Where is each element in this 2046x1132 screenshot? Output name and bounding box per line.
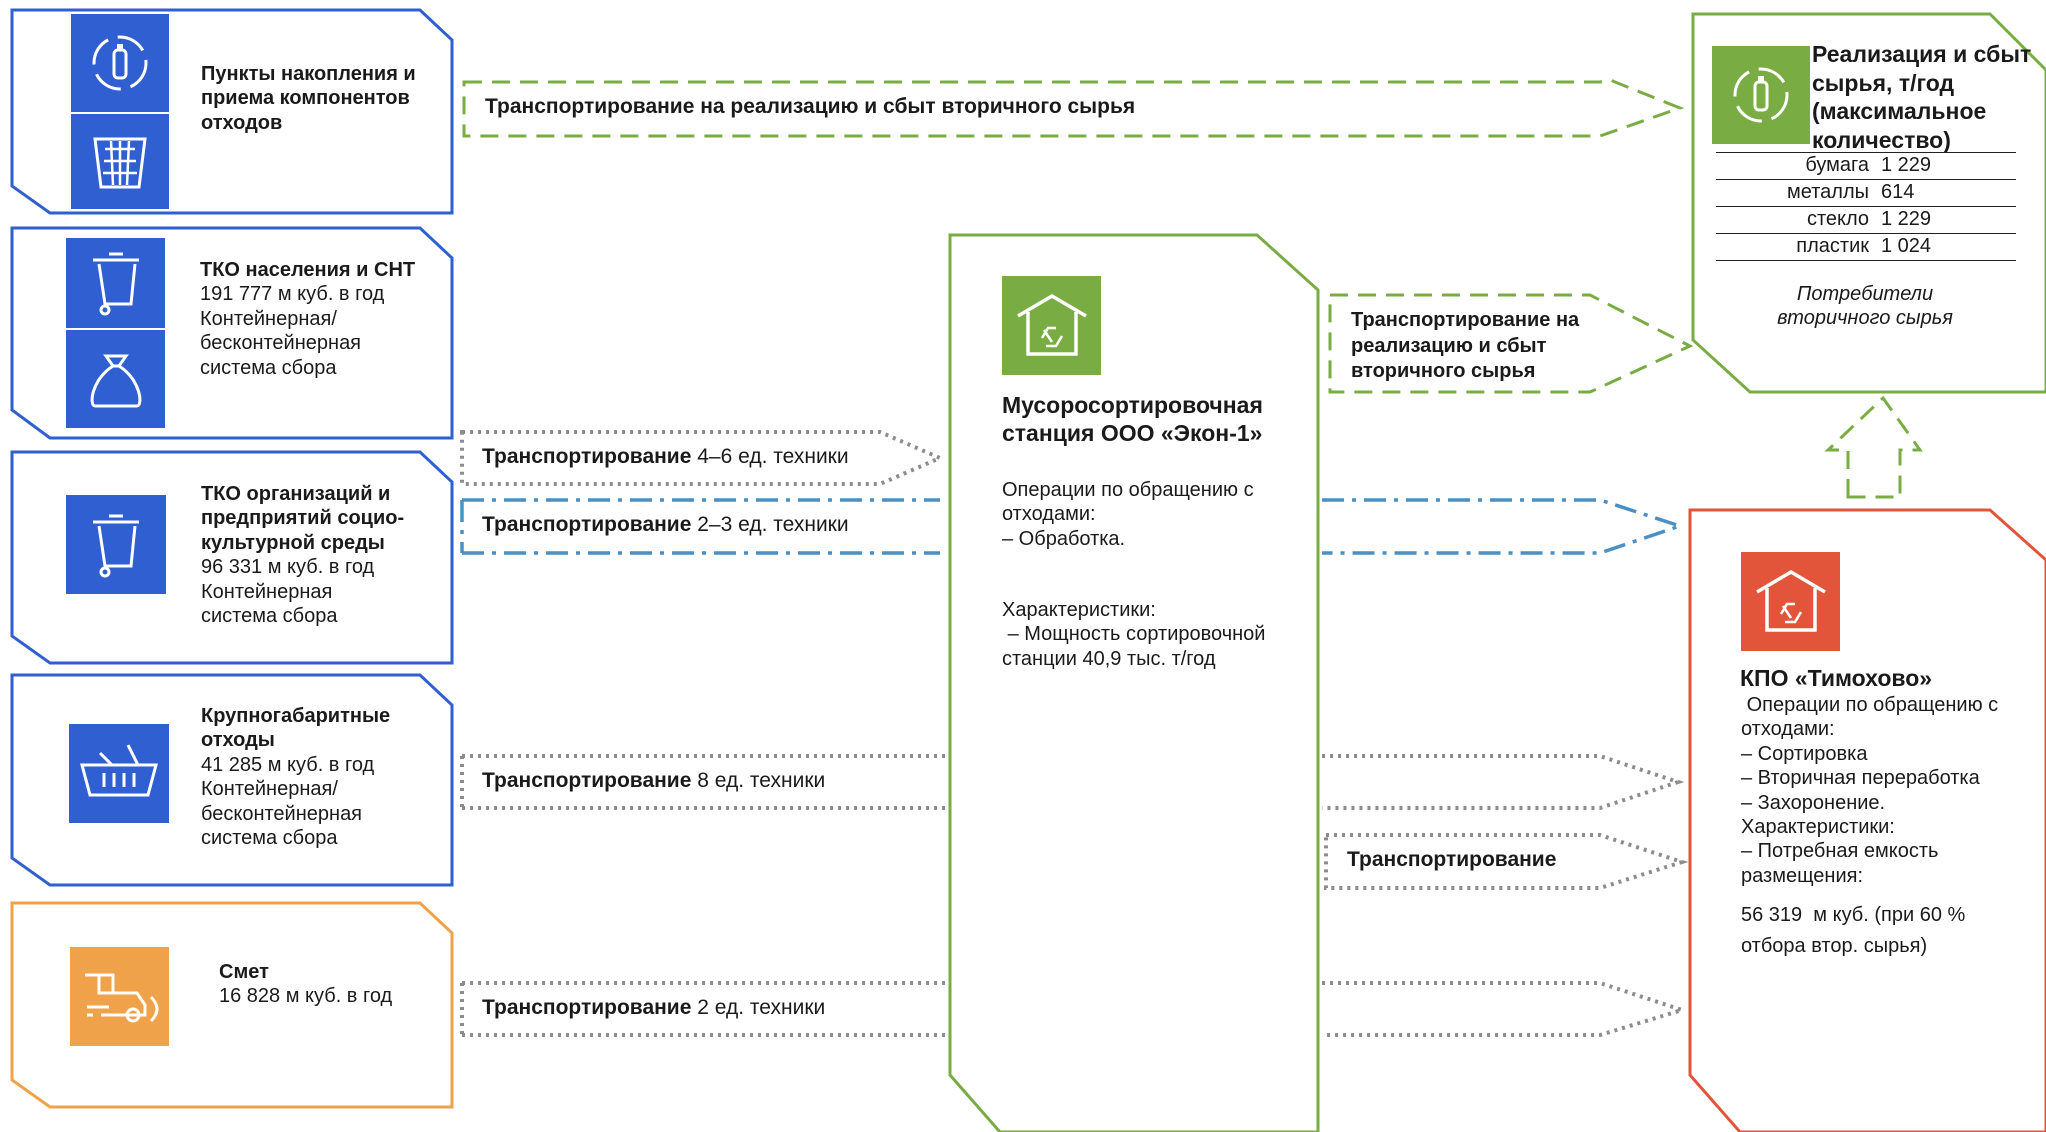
material-name: металлы bbox=[1716, 179, 1881, 207]
recycle-bottle-icon bbox=[71, 14, 169, 112]
arrow-a2-right bbox=[1322, 498, 1686, 555]
source-text-population: ТКО населения и СНТ 191 777 м куб. в год… bbox=[200, 258, 440, 380]
station-name: Мусоросортировочная станция ООО «Экон-1» bbox=[1002, 392, 1263, 447]
wastebasket-icon bbox=[71, 114, 169, 209]
kpo-ops-title: Операции по обращению с отходами: bbox=[1741, 694, 2004, 741]
station-ops-title: Операции по обращению с отходами: bbox=[1002, 479, 1254, 526]
sales-title: Реализация и сбыт сырья, т/год (максимал… bbox=[1812, 41, 2032, 153]
material-value: 1 229 bbox=[1881, 206, 2016, 234]
source-title: ТКО населения и СНТ bbox=[200, 259, 416, 281]
table-row: бумага 1 229 bbox=[1716, 152, 2016, 180]
kpo-ops-item: – Сортировка bbox=[1741, 742, 1868, 765]
kpo-ops-item: – Вторичная переработка bbox=[1741, 767, 1980, 790]
station-chars: Характеристики: – Мощность сортировочной… bbox=[1002, 598, 1282, 671]
material-value: 1 229 bbox=[1881, 152, 2016, 180]
source-system: Контейнерная/ бесконтейнерная система сб… bbox=[201, 778, 363, 849]
station-char-title: Характеристики: bbox=[1002, 599, 1156, 621]
kpo-ops-item: – Захоронение. bbox=[1741, 791, 1886, 814]
recycle-bottle-icon bbox=[1712, 46, 1810, 144]
arrow-a3-label: Транспортирование 8 ед. техники bbox=[482, 768, 825, 794]
warehouse-recycle-icon bbox=[1002, 276, 1101, 375]
arrow-a3-right bbox=[1322, 754, 1685, 810]
station-ops-item: – Обработка. bbox=[1002, 527, 1126, 550]
arrow-mid-green-label: Транспортирование на реализацию и сбыт в… bbox=[1351, 308, 1579, 385]
source-title: Пункты накопления и приема компонентов о… bbox=[201, 63, 416, 134]
arrow-a4-label: Транспортирование 2 ед. техники bbox=[482, 995, 825, 1021]
source-volume: 16 828 м куб. в год bbox=[219, 985, 393, 1008]
arrow-rest: 2–3 ед. техники bbox=[691, 513, 849, 536]
arrow-lead: Транспортирование bbox=[482, 769, 692, 792]
warehouse-recycle-icon bbox=[1741, 552, 1840, 651]
source-volume: 96 331 м куб. в год bbox=[201, 556, 375, 579]
arrow-lead: Транспортирование bbox=[482, 445, 692, 468]
station-ops: Операции по обращению с отходами: – Обра… bbox=[1002, 478, 1292, 551]
table-row: стекло 1 229 bbox=[1716, 206, 2016, 234]
arrow-lead: Транспортирование bbox=[1347, 848, 1557, 871]
arrow-lead: Транспортирование на реализацию и сбыт в… bbox=[485, 95, 1136, 118]
sales-table: бумага 1 229 металлы 614 стекло 1 229 пласт… bbox=[1716, 152, 2016, 261]
arrow-a4-right bbox=[1322, 981, 1689, 1037]
material-name: пластик bbox=[1716, 233, 1881, 261]
source-text-sweep: Смет 16 828 м куб. в год bbox=[219, 960, 439, 1009]
source-title: Смет bbox=[219, 961, 269, 983]
arrow-top-label: Транспортирование на реализацию и сбыт в… bbox=[485, 94, 1135, 120]
basket-icon bbox=[69, 724, 169, 823]
arrow-line: реализацию и сбыт bbox=[1351, 334, 1547, 357]
source-volume: 41 285 м куб. в год bbox=[201, 753, 375, 776]
arrow-a1-label: Транспортирование 4–6 ед. техники bbox=[482, 444, 849, 470]
arrow-up-green bbox=[1824, 395, 1923, 499]
bin-icon bbox=[66, 238, 165, 328]
arrow-a2-label: Транспортирование 2–3 ед. техники bbox=[482, 512, 849, 538]
source-text-organizations: ТКО организаций и предприятий социо-куль… bbox=[201, 482, 421, 628]
material-name: бумага bbox=[1716, 152, 1881, 180]
source-system: Контейнерная/ бесконтейнерная система сб… bbox=[200, 307, 362, 379]
arrow-lead: Транспортирование bbox=[482, 513, 692, 536]
kpo-details: Операции по обращению с отходами: – Сорт… bbox=[1741, 693, 2031, 962]
arrow-rest: 4–6 ед. техники bbox=[691, 445, 849, 468]
kpo-char-item: – Потребная емкость размещения: bbox=[1741, 840, 1939, 887]
source-text-bulky: Крупногабаритные отходы 41 285 м куб. в … bbox=[201, 704, 441, 850]
source-title: ТКО организаций и предприятий социо-куль… bbox=[201, 483, 405, 554]
kpo-capacity: 56 319 м куб. (при 60 % отбора втор. сыр… bbox=[1741, 904, 1971, 958]
arrow-mid-dotted-label: Транспортирование bbox=[1347, 847, 1556, 873]
material-name: стекло bbox=[1716, 206, 1881, 234]
source-volume: 191 777 м куб. в год bbox=[200, 283, 385, 306]
sales-consumers: Потребители вторичного сырья bbox=[1777, 283, 1953, 330]
bin-icon bbox=[66, 495, 166, 594]
material-value: 1 024 bbox=[1881, 233, 2016, 261]
material-value: 614 bbox=[1881, 179, 2016, 207]
kpo-name: КПО «Тимохово» bbox=[1740, 665, 1933, 691]
source-system: Контейнерная система сбора bbox=[201, 580, 338, 627]
source-title: Крупногабаритные отходы bbox=[201, 705, 391, 752]
arrow-line: вторичного сырья bbox=[1351, 360, 1536, 383]
garbage-bag-icon bbox=[66, 330, 165, 428]
arrow-line: Транспортирование на bbox=[1351, 309, 1580, 331]
table-row: металлы 614 bbox=[1716, 179, 2016, 207]
arrow-rest: 8 ед. техники bbox=[691, 769, 826, 792]
sweeper-truck-icon bbox=[70, 947, 169, 1046]
kpo-char-title: Характеристики: bbox=[1741, 815, 1895, 838]
station-char-item: – Мощность сортировочной станции 40,9 ты… bbox=[1002, 623, 1272, 670]
arrow-rest: 2 ед. техники bbox=[691, 996, 826, 1019]
table-row: пластик 1 024 bbox=[1716, 233, 2016, 261]
arrow-lead: Транспортирование bbox=[482, 996, 692, 1019]
